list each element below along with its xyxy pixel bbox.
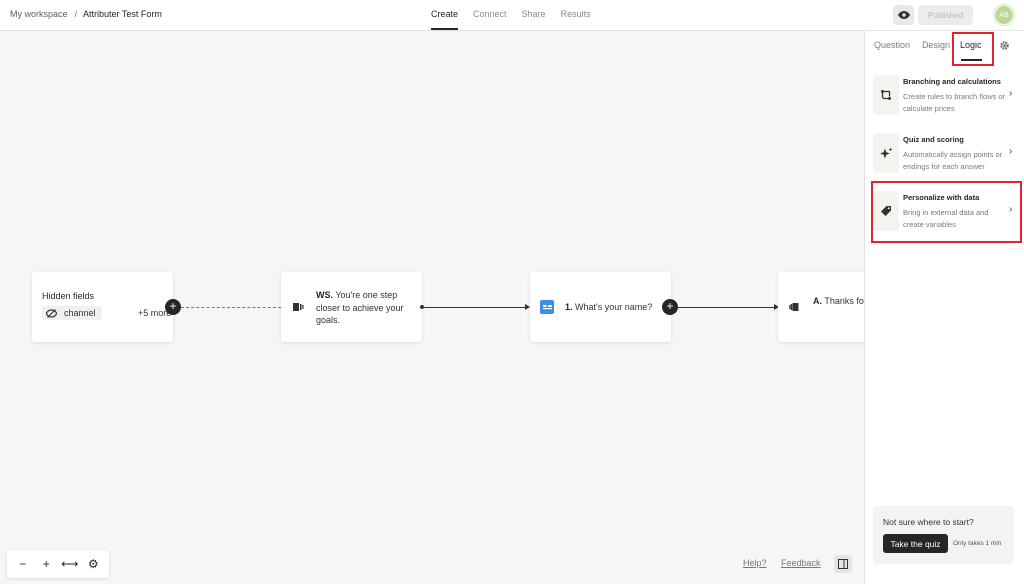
highlight-box-logic-tab [952,32,994,66]
gear-icon[interactable] [999,40,1010,51]
hidden-fields-title: Hidden fields [42,291,95,301]
welcome-screen-text: WS. You're one step closer to achieve yo… [316,289,412,327]
highlight-box-personalize-card [871,181,1022,243]
toggle-panel-button[interactable] [834,555,852,573]
hidden-fields-node[interactable]: Hidden fields channel +5 more [32,272,173,342]
logic-card-title: Quiz and scoring [903,135,964,144]
logic-card-branching[interactable]: Branching and calculations Create rules … [873,75,1017,123]
dashed-connector [181,307,281,308]
zoom-in-button[interactable]: + [37,557,55,571]
publish-button[interactable]: Published [918,5,973,25]
chevron-right-icon: › [1009,146,1013,157]
top-bar: My workspace / Attributer Test Form Create… [0,0,1024,31]
ending-body: Thanks fo interest! [824,296,864,306]
quiz-prompt: Not sure where to start? [883,517,974,527]
settings-sliders-button[interactable]: ⚙ [84,557,102,571]
statement-icon [293,303,304,311]
logic-card-title: Branching and calculations [903,77,1001,86]
logic-card-quiz[interactable]: Quiz and scoring Automatically assign po… [873,133,1017,181]
panel-tab-question[interactable]: Question [874,40,910,50]
eye-off-icon [46,308,57,318]
feedback-link[interactable]: Feedback [781,558,821,568]
question-node[interactable]: 1. What's your name? [530,272,671,342]
avatar[interactable]: AB [994,5,1014,25]
breadcrumb-form-title[interactable]: Attributer Test Form [83,9,162,19]
tab-share[interactable]: Share [522,9,546,19]
preview-button[interactable] [893,5,914,25]
welcome-screen-ref: WS. [316,290,333,300]
zoom-controls: − + ⟷ ⚙ [7,550,109,578]
breadcrumb: My workspace / Attributer Test Form [10,9,162,19]
flow-canvas[interactable]: Hidden fields channel +5 more + WS. You'… [0,31,864,584]
help-link[interactable]: Help? [743,558,767,568]
add-block-button[interactable]: + [662,299,678,315]
branch-icon [873,75,899,115]
logic-card-description: Create rules to branch flows or calculat… [903,92,1006,113]
connector-line [678,307,774,308]
question-ref: 1. [565,302,573,312]
chevron-right-icon: › [1009,88,1013,99]
hidden-field-chip-label: channel [64,308,96,318]
welcome-screen-node[interactable]: WS. You're one step closer to achieve yo… [281,272,422,342]
main-tabs: Create Connect Share Results [431,9,591,30]
tab-connect[interactable]: Connect [473,9,507,19]
add-block-button[interactable]: + [165,299,181,315]
tab-results[interactable]: Results [561,9,591,19]
breadcrumb-workspace[interactable]: My workspace [10,9,68,19]
zoom-out-button[interactable]: − [14,557,32,571]
eye-icon [897,11,910,19]
panel-icon [838,559,848,569]
tab-create[interactable]: Create [431,9,459,30]
sparkle-icon [873,133,899,173]
fit-view-button[interactable]: ⟷ [61,557,79,571]
question-body: What's your name? [575,302,653,312]
logic-card-description: Automatically assign points or endings f… [903,150,1003,171]
hidden-field-chip[interactable]: channel [42,306,102,320]
ending-icon [789,303,799,311]
panel-tab-design[interactable]: Design [922,40,950,50]
ending-node[interactable]: A. Thanks fo interest! [778,272,864,342]
question-text: 1. What's your name? [565,302,652,312]
connector-line [421,307,525,308]
ending-text: A. Thanks fo interest! [813,295,864,308]
quiz-promo: Not sure where to start? Take the quiz O… [873,506,1014,564]
ending-ref: A. [813,296,822,306]
quiz-note: Only takes 1 min [953,540,1002,547]
take-quiz-button[interactable]: Take the quiz [883,534,948,553]
breadcrumb-separator: / [74,9,78,19]
short-text-icon [540,300,554,314]
